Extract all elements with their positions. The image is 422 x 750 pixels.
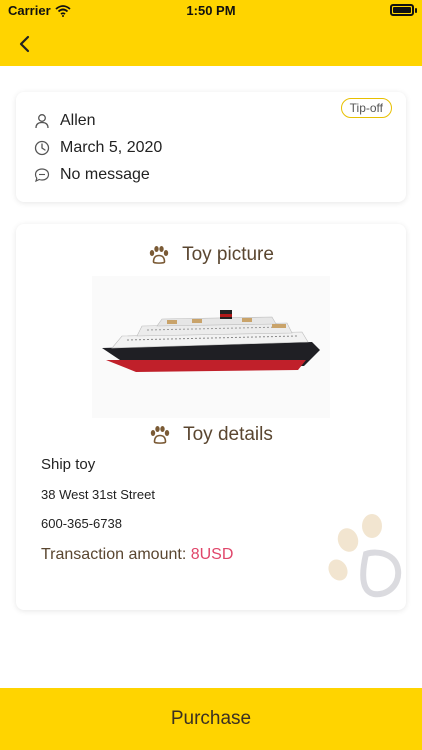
paw-icon	[149, 246, 169, 264]
date-row: March 5, 2020	[34, 139, 162, 157]
back-chevron-icon	[19, 35, 30, 53]
back-button[interactable]	[10, 30, 38, 58]
tip-off-button[interactable]: Tip-off	[340, 98, 392, 118]
toy-card: Toy picture Toy details Ship toy 38 West…	[16, 224, 406, 610]
person-icon	[34, 113, 50, 129]
user-row: Allen	[34, 112, 96, 130]
battery-icon	[390, 4, 417, 16]
user-name: Allen	[60, 112, 96, 129]
message-text: No message	[60, 166, 150, 183]
toy-image	[92, 276, 330, 418]
toy-phone: 600-365-6738	[41, 516, 122, 531]
date-text: March 5, 2020	[60, 139, 163, 156]
purchase-button[interactable]: Purchase	[0, 688, 422, 750]
clock-icon	[34, 140, 50, 156]
message-row: No message	[34, 166, 150, 184]
amount-label: Transaction amount:	[41, 546, 187, 563]
details-heading: Toy details	[16, 424, 406, 446]
info-card: Tip-off Allen March 5, 2020 No message	[16, 92, 406, 202]
toy-name: Ship toy	[41, 456, 96, 473]
picture-heading: Toy picture	[16, 244, 406, 266]
details-title: Toy details	[183, 424, 273, 445]
picture-title: Toy picture	[182, 244, 274, 265]
transaction-amount: Transaction amount: 8USD	[41, 546, 233, 564]
amount-value: 8USD	[190, 546, 234, 563]
ship-image	[102, 310, 320, 372]
toy-address: 38 West 31st Street	[41, 487, 155, 502]
paw-watermark-icon	[328, 514, 402, 598]
paw-icon	[150, 426, 170, 444]
nav-bar	[0, 22, 422, 66]
message-icon	[34, 167, 50, 183]
status-bar: Carrier 1:50 PM	[0, 0, 422, 22]
clock-time: 1:50 PM	[186, 3, 236, 18]
